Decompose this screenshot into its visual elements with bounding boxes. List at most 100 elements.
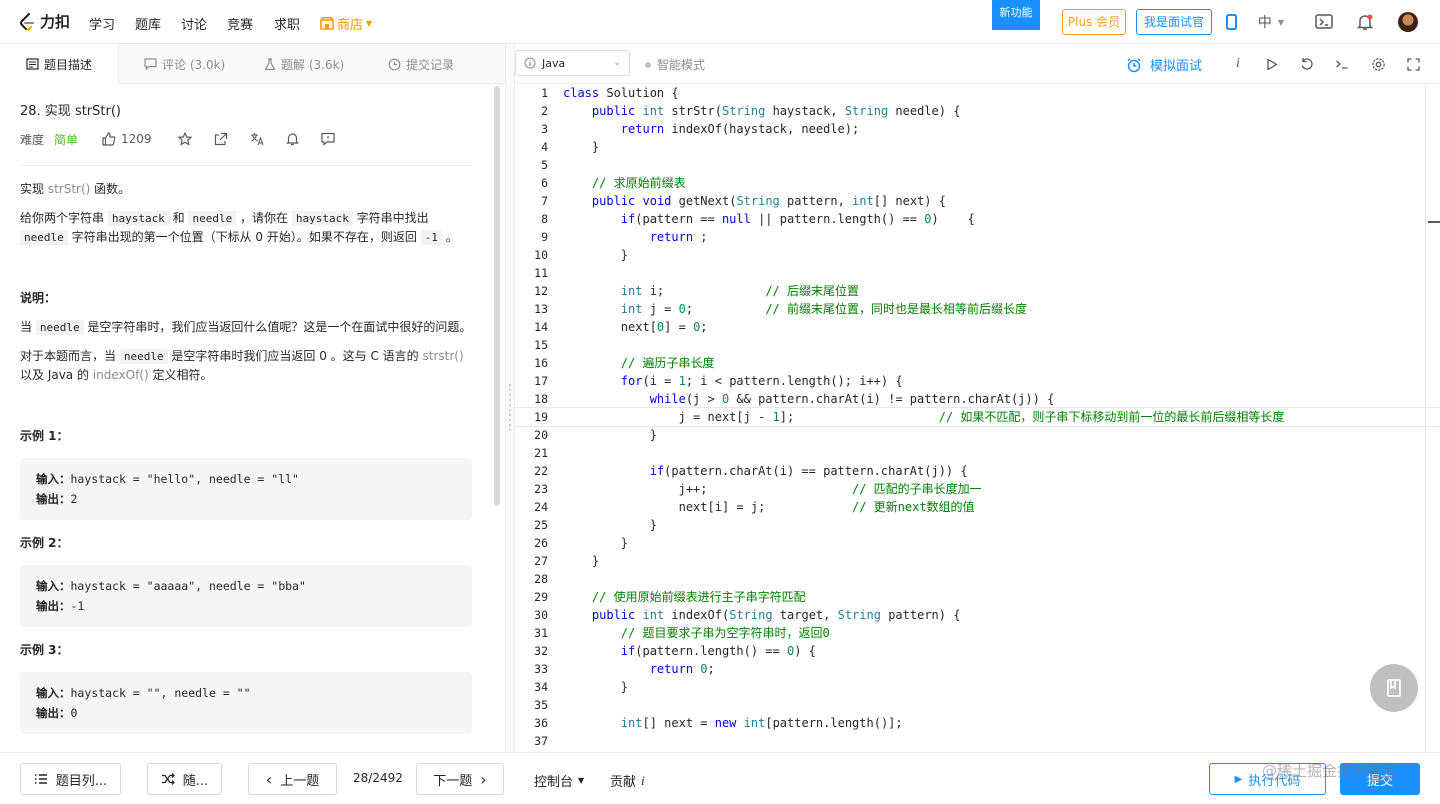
- bell-icon[interactable]: [285, 132, 299, 146]
- fullscreen-icon[interactable]: [1405, 56, 1421, 72]
- smart-mode-toggle[interactable]: 智能模式: [645, 56, 705, 73]
- code-line[interactable]: 19 j = next[j - 1]; // 如果不匹配，则子串下标移动到前一位…: [515, 407, 1440, 427]
- logo[interactable]: 力扣: [18, 11, 70, 32]
- code-text[interactable]: public int indexOf(String target, String…: [563, 606, 961, 624]
- code-text[interactable]: }: [563, 534, 628, 552]
- interviewer-button[interactable]: 我是面试官: [1136, 9, 1212, 35]
- code-line[interactable]: 35: [515, 696, 1440, 714]
- code-line[interactable]: 32 if(pattern.length() == 0) {: [515, 642, 1440, 660]
- code-text[interactable]: // 题目要求子串为空字符串时，返回0: [563, 624, 830, 642]
- prev-problem-button[interactable]: ‹ 上一题: [248, 763, 337, 795]
- code-line[interactable]: 10 }: [515, 246, 1440, 264]
- code-text[interactable]: int[] next = new int[pattern.length()];: [563, 714, 903, 732]
- console-toggle[interactable]: 控制台 ▼: [534, 771, 584, 790]
- mock-interview-button[interactable]: 模拟面试: [1126, 55, 1202, 74]
- share-icon[interactable]: [214, 132, 228, 146]
- code-text[interactable]: public void getNext(String pattern, int[…: [563, 192, 946, 210]
- code-text[interactable]: if(pattern == null || pattern.length() =…: [563, 210, 975, 228]
- code-text[interactable]: // 遍历子串长度: [563, 354, 715, 372]
- notification-bell-icon[interactable]: [1355, 12, 1375, 32]
- code-line[interactable]: 11: [515, 264, 1440, 282]
- code-line[interactable]: 28: [515, 570, 1440, 588]
- nav-discuss[interactable]: 讨论: [181, 14, 207, 33]
- tab-comments[interactable]: 评论 (3.0k): [144, 44, 225, 84]
- plus-membership-button[interactable]: Plus 会员: [1062, 9, 1126, 35]
- code-line[interactable]: 21: [515, 444, 1440, 462]
- code-text[interactable]: return 0;: [563, 660, 715, 678]
- code-line[interactable]: 4 }: [515, 138, 1440, 156]
- code-text[interactable]: int i; // 后缀末尾位置: [563, 282, 859, 300]
- code-line[interactable]: 37: [515, 732, 1440, 750]
- code-text[interactable]: }: [563, 246, 628, 264]
- feedback-icon[interactable]: [320, 132, 335, 146]
- nav-learn[interactable]: 学习: [89, 14, 115, 33]
- code-line[interactable]: 2 public int strStr(String haystack, Str…: [515, 102, 1440, 120]
- code-line[interactable]: 8 if(pattern == null || pattern.length()…: [515, 210, 1440, 228]
- code-line[interactable]: 12 int i; // 后缀末尾位置: [515, 282, 1440, 300]
- like-button[interactable]: 1209: [102, 132, 152, 146]
- code-line[interactable]: 24 next[i] = j; // 更新next数组的值: [515, 498, 1440, 516]
- code-line[interactable]: 29 // 使用原始前缀表进行主子串字符匹配: [515, 588, 1440, 606]
- code-text[interactable]: return ;: [563, 228, 708, 246]
- code-text[interactable]: }: [563, 426, 657, 444]
- code-line[interactable]: 3 return indexOf(haystack, needle);: [515, 120, 1440, 138]
- new-feature-badge[interactable]: 新功能: [992, 0, 1040, 30]
- code-text[interactable]: if(pattern.charAt(i) == pattern.charAt(j…: [563, 462, 968, 480]
- translate-icon[interactable]: [250, 132, 264, 146]
- code-text[interactable]: int j = 0; // 前缀末尾位置，同时也是最长相等前后缀长度: [563, 300, 1027, 318]
- code-text[interactable]: }: [563, 516, 657, 534]
- code-line[interactable]: 1 class Solution {: [515, 84, 1440, 102]
- mobile-icon[interactable]: [1224, 12, 1238, 32]
- nav-jobs[interactable]: 求职: [274, 14, 300, 33]
- notebook-fab-button[interactable]: [1370, 664, 1418, 712]
- code-text[interactable]: next[0] = 0;: [563, 318, 708, 336]
- code-line[interactable]: 6 // 求原始前缀表: [515, 174, 1440, 192]
- code-line[interactable]: 36 int[] next = new int[pattern.length()…: [515, 714, 1440, 732]
- contribute-link[interactable]: 贡献 i: [610, 771, 645, 791]
- code-line[interactable]: 31 // 题目要求子串为空字符串时，返回0: [515, 624, 1440, 642]
- info-italic-icon[interactable]: i: [1230, 56, 1246, 72]
- code-line[interactable]: 16 // 遍历子串长度: [515, 354, 1440, 372]
- code-line[interactable]: 23 j++; // 匹配的子串长度加一: [515, 480, 1440, 498]
- panel-resizer[interactable]: [505, 44, 515, 752]
- play-outline-icon[interactable]: [1264, 56, 1280, 72]
- code-line[interactable]: 20 }: [515, 426, 1440, 444]
- tab-submissions[interactable]: 提交记录: [388, 44, 454, 84]
- code-editor[interactable]: 1 class Solution {2 public int strStr(Str…: [515, 84, 1440, 752]
- code-line[interactable]: 26 }: [515, 534, 1440, 552]
- code-line[interactable]: 30 public int indexOf(String target, Str…: [515, 606, 1440, 624]
- nav-contest[interactable]: 竞赛: [227, 14, 253, 33]
- nav-shop[interactable]: 商店 ▼: [320, 14, 372, 33]
- code-scrollbar[interactable]: [1425, 84, 1426, 752]
- favorite-star-icon[interactable]: [177, 132, 192, 146]
- code-text[interactable]: while(j > 0 && pattern.charAt(i) != patt…: [563, 390, 1055, 408]
- problem-list-button[interactable]: 题目列...: [20, 763, 121, 795]
- user-avatar[interactable]: [1398, 12, 1418, 32]
- language-switch[interactable]: 中 ▼: [1254, 12, 1288, 32]
- code-text[interactable]: return indexOf(haystack, needle);: [563, 120, 859, 138]
- code-line[interactable]: 5: [515, 156, 1440, 174]
- code-text[interactable]: j = next[j - 1]; // 如果不匹配，则子串下标移动到前一位的最长…: [563, 408, 1285, 426]
- code-line[interactable]: 25 }: [515, 516, 1440, 534]
- code-line[interactable]: 27 }: [515, 552, 1440, 570]
- code-text[interactable]: next[i] = j; // 更新next数组的值: [563, 498, 975, 516]
- code-text[interactable]: }: [563, 138, 599, 156]
- code-line[interactable]: 22 if(pattern.charAt(i) == pattern.charA…: [515, 462, 1440, 480]
- code-text[interactable]: for(i = 1; i < pattern.length(); i++) {: [563, 372, 903, 390]
- nav-problemset[interactable]: 题库: [135, 14, 161, 33]
- next-problem-button[interactable]: 下一题 ›: [416, 763, 504, 795]
- terminal-icon[interactable]: [1334, 56, 1350, 72]
- reset-icon[interactable]: [1299, 56, 1315, 72]
- code-line[interactable]: 15: [515, 336, 1440, 354]
- description-scrollbar[interactable]: [494, 86, 500, 506]
- language-select[interactable]: Java ⌄: [515, 50, 630, 76]
- tab-solutions[interactable]: 题解 (3.6k): [264, 44, 344, 84]
- tab-description[interactable]: 题目描述: [0, 44, 120, 84]
- code-line[interactable]: 18 while(j > 0 && pattern.charAt(i) != p…: [515, 390, 1440, 408]
- code-text[interactable]: // 使用原始前缀表进行主子串字符匹配: [563, 588, 806, 606]
- code-text[interactable]: j++; // 匹配的子串长度加一: [563, 480, 982, 498]
- code-line[interactable]: 9 return ;: [515, 228, 1440, 246]
- code-line[interactable]: 33 return 0;: [515, 660, 1440, 678]
- code-line[interactable]: 13 int j = 0; // 前缀末尾位置，同时也是最长相等前后缀长度: [515, 300, 1440, 318]
- code-text[interactable]: if(pattern.length() == 0) {: [563, 642, 816, 660]
